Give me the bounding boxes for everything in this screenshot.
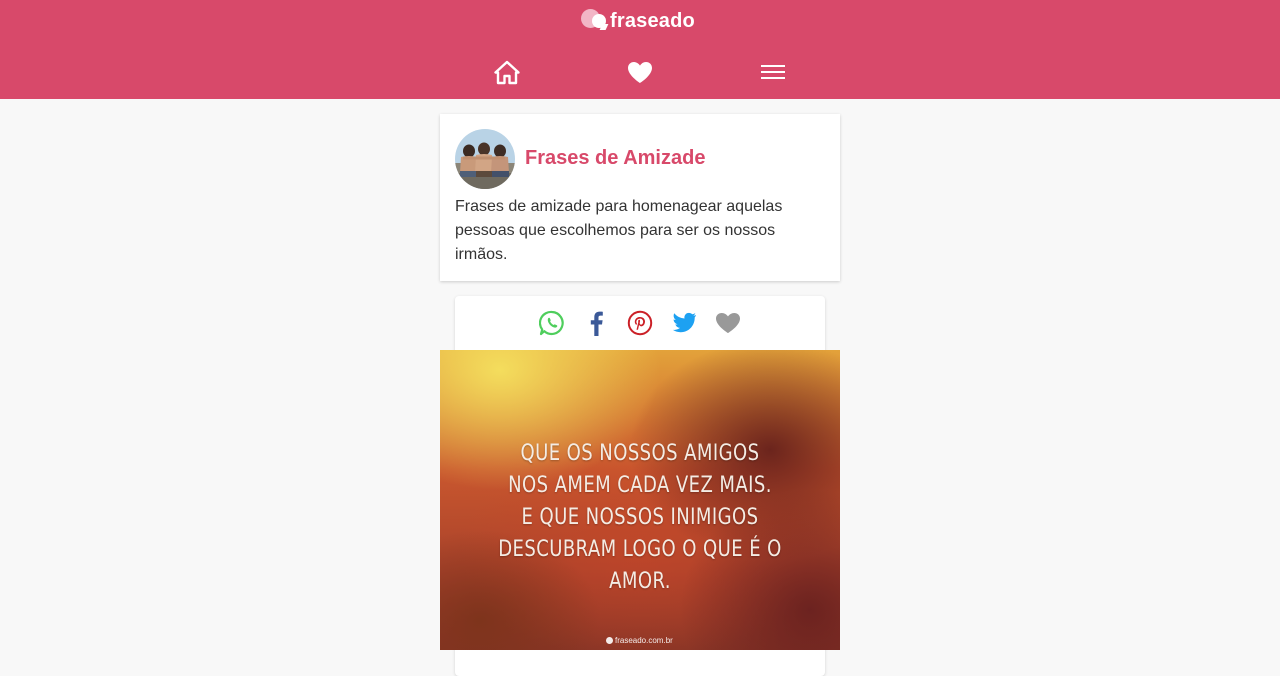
nav-home-button[interactable] [492,58,522,86]
whatsapp-icon [539,310,564,336]
watermark-text: fraseado.com.br [615,636,673,645]
nav-menu-button[interactable] [758,58,788,86]
fraseado-logo[interactable]: fraseado [581,8,695,34]
top-header: fraseado [0,0,1280,99]
share-bar [455,308,825,338]
nav-favorites-button[interactable] [625,58,655,86]
pinterest-icon [627,310,653,336]
image-watermark: fraseado.com.br [606,636,673,645]
category-avatar[interactable] [455,129,515,189]
friends-photo [455,129,515,189]
share-facebook-button[interactable] [581,308,611,338]
share-whatsapp-button[interactable] [537,308,567,338]
share-pinterest-button[interactable] [625,308,655,338]
category-card: Frases de Amizade Frases de amizade para… [440,114,840,281]
share-twitter-button[interactable] [669,308,699,338]
facebook-icon [590,311,603,336]
quote-image[interactable]: QUE OS NOSSOS AMIGOS NOS AMEM CADA VEZ M… [440,350,840,650]
favorite-button[interactable] [713,308,743,338]
speech-bubble-logo-icon [581,8,608,34]
quote-line: NOS AMEM CADA VEZ MAIS. [508,473,772,498]
category-description: Frases de amizade para homenagear aquela… [455,198,783,263]
quote-text: QUE OS NOSSOS AMIGOS NOS AMEM CADA VEZ M… [476,438,804,598]
quote-line: E QUE NOSSOS INIMIGOS [521,505,759,530]
watermark-logo-icon [606,637,613,644]
category-title[interactable]: Frases de Amizade [525,147,705,170]
home-icon [494,60,520,84]
menu-icon [761,65,785,79]
quote-line: DESCUBRAM LOGO O QUE É O AMOR. [498,537,782,594]
heart-icon [716,313,740,333]
heart-icon [628,61,652,83]
twitter-icon [672,312,696,333]
logo-text: fraseado [610,10,695,32]
quote-line: QUE OS NOSSOS AMIGOS [520,441,760,466]
